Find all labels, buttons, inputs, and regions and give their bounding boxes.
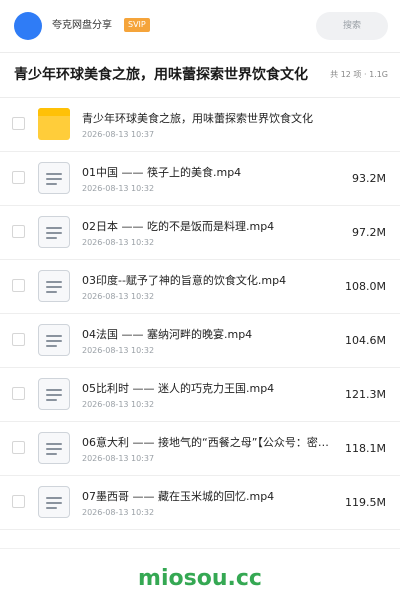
list-item[interactable]: 01中国 —— 筷子上的美食.mp4 2026-08-13 10:32 93.2… (0, 152, 400, 206)
document-icon (38, 216, 70, 248)
item-size: 93.2M (352, 172, 386, 185)
checkbox[interactable] (12, 441, 25, 454)
svip-badge: SVIP (124, 18, 150, 32)
item-date: 2026-08-13 10:32 (82, 292, 155, 301)
document-icon (38, 486, 70, 518)
list-item[interactable]: 02日本 —— 吃的不是饭而是料理.mp4 2026-08-13 10:32 9… (0, 206, 400, 260)
checkbox[interactable] (12, 117, 25, 130)
document-icon (38, 162, 70, 194)
document-icon (38, 432, 70, 464)
checkbox[interactable] (12, 495, 25, 508)
checkbox[interactable] (12, 225, 25, 238)
item-name: 07墨西哥 —— 藏在玉米城的回忆.mp4 (82, 490, 275, 503)
item-date: 2026-08-13 10:32 (82, 346, 155, 355)
document-icon (38, 270, 70, 302)
item-name: 04法国 —— 塞纳河畔的晚宴.mp4 (82, 328, 253, 341)
item-size: 97.2M (352, 226, 386, 239)
item-date: 2026-08-13 10:37 (82, 130, 155, 139)
item-name: 05比利时 —— 迷人的巧克力王国.mp4 (82, 382, 275, 395)
checkbox[interactable] (12, 279, 25, 292)
page-title: 青少年环球美食之旅，用味蕾探索世界饮食文化 (14, 67, 308, 83)
item-date: 2026-08-13 10:32 (82, 508, 155, 517)
list-item[interactable]: 07墨西哥 —— 藏在玉米城的回忆.mp4 2026-08-13 10:32 1… (0, 476, 400, 530)
file-list: 青少年环球美食之旅，用味蕾探索世界饮食文化 2026-08-13 10:37 0… (0, 98, 400, 530)
item-size: 104.6M (345, 334, 386, 347)
folder-title-row: 青少年环球美食之旅，用味蕾探索世界饮食文化 共 12 项 · 1.1G (0, 53, 400, 97)
folder-meta: 共 12 项 · 1.1G (328, 69, 388, 81)
item-date: 2026-08-13 10:32 (82, 184, 155, 193)
item-size: 119.5M (345, 496, 386, 509)
avatar[interactable] (14, 12, 42, 40)
item-name: 青少年环球美食之旅，用味蕾探索世界饮食文化 (82, 112, 313, 125)
item-name: 02日本 —— 吃的不是饭而是料理.mp4 (82, 220, 275, 233)
item-date: 2026-08-13 10:37 (82, 454, 155, 463)
document-icon (38, 324, 70, 356)
item-date: 2026-08-13 10:32 (82, 400, 155, 409)
item-date: 2026-08-13 10:32 (82, 238, 155, 247)
item-name: 06意大利 —— 接地气的“西餐之母”【公众号：密… (82, 436, 329, 449)
item-size: 121.3M (345, 388, 386, 401)
app-name: 夸克网盘分享 (52, 20, 112, 31)
document-icon (38, 378, 70, 410)
list-item[interactable]: 05比利时 —— 迷人的巧克力王国.mp4 2026-08-13 10:32 1… (0, 368, 400, 422)
item-name: 03印度--赋予了神的旨意的饮食文化.mp4 (82, 274, 287, 287)
header: 夸克网盘分享 SVIP 搜索 (0, 0, 400, 52)
list-item[interactable]: 04法国 —— 塞纳河畔的晚宴.mp4 2026-08-13 10:32 104… (0, 314, 400, 368)
list-item[interactable]: 03印度--赋予了神的旨意的饮食文化.mp4 2026-08-13 10:32 … (0, 260, 400, 314)
list-item[interactable]: 06意大利 —— 接地气的“西餐之母”【公众号：密… 2026-08-13 10… (0, 422, 400, 476)
search-input[interactable]: 搜索 (316, 12, 388, 40)
item-name: 01中国 —— 筷子上的美食.mp4 (82, 166, 242, 179)
checkbox[interactable] (12, 171, 25, 184)
list-item[interactable]: 青少年环球美食之旅，用味蕾探索世界饮食文化 2026-08-13 10:37 (0, 98, 400, 152)
item-size: 118.1M (345, 442, 386, 455)
item-size: 108.0M (345, 280, 386, 293)
watermark-text: miosou.cc (138, 566, 262, 591)
checkbox[interactable] (12, 387, 25, 400)
checkbox[interactable] (12, 333, 25, 346)
folder-icon (38, 108, 70, 140)
